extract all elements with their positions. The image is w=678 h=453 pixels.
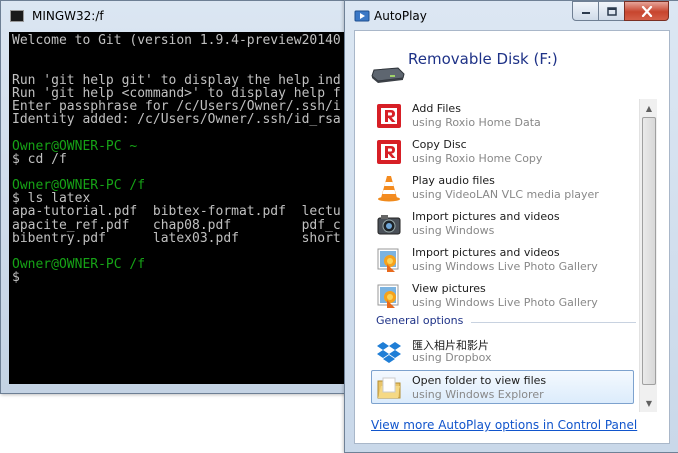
terminal-line: Run 'git help <command>' to display help… <box>12 86 341 100</box>
terminal-window[interactable]: MINGW32:/f Welcome to Git (version 1.9.4… <box>0 0 361 394</box>
terminal-line: Welcome to Git (version 1.9.4-preview201… <box>12 34 341 48</box>
camera-icon <box>377 215 401 235</box>
terminal-line: Enter passphrase for /c/Users/Owner/.ssh… <box>12 99 341 114</box>
drive-title: Removable Disk (F:) <box>408 50 558 68</box>
option-open-folder[interactable]: Open folder to view files using Windows … <box>371 370 634 404</box>
option-title: Open folder to view files <box>412 374 547 387</box>
vlc-icon <box>378 176 400 202</box>
terminal-console[interactable]: Welcome to Git (version 1.9.4-preview201… <box>9 32 361 384</box>
option-title: Add Files <box>412 102 461 115</box>
close-button[interactable] <box>624 1 669 21</box>
terminal-prompt-line: Owner@OWNER-PC /f <box>12 179 146 193</box>
option-dropbox-import[interactable]: 匯入相片和影片 using Dropbox <box>372 334 637 368</box>
option-subtitle: using Dropbox <box>412 351 492 364</box>
maximize-icon <box>606 6 617 16</box>
terminal-line: bibentry.pdf latex03.pdf short <box>12 231 341 245</box>
removable-disk-icon <box>371 67 405 83</box>
scrollbar-thumb[interactable] <box>642 117 656 385</box>
options-scrollbar[interactable]: ▲ ▼ <box>639 99 657 412</box>
option-subtitle: using Roxio Home Copy <box>412 152 543 165</box>
option-import-pictures-windows[interactable]: Import pictures and videos using Windows <box>372 207 637 241</box>
autoplay-options-list: Add Files using Roxio Home Data Copy Dis… <box>371 99 654 412</box>
scroll-down-arrow-icon[interactable]: ▼ <box>641 395 657 411</box>
option-play-audio[interactable]: Play audio files using VideoLAN VLC medi… <box>372 171 637 205</box>
autoplay-window[interactable]: AutoPlay Removable Disk (F:) Add Files u <box>344 0 678 453</box>
option-title: Play audio files <box>412 174 495 187</box>
roxio-icon <box>377 140 401 164</box>
option-title: Import pictures and videos <box>412 246 560 259</box>
maximize-button[interactable] <box>598 1 625 21</box>
photo-gallery-icon <box>377 284 399 308</box>
terminal-line: Identity added: /c/Users/Owner/.ssh/id_r… <box>12 113 341 127</box>
photo-gallery-icon <box>377 248 399 272</box>
option-subtitle: using Windows <box>412 224 495 237</box>
folder-icon <box>377 377 401 399</box>
option-copy-disc[interactable]: Copy Disc using Roxio Home Copy <box>372 135 637 169</box>
general-options-heading: General options <box>376 314 464 327</box>
terminal-line: apacite_ref.pdf chap08.pdf pdf_c <box>12 218 341 232</box>
option-subtitle: using Windows Explorer <box>412 388 544 401</box>
option-import-pictures-photo-gallery[interactable]: Import pictures and videos using Windows… <box>372 243 637 277</box>
terminal-line: Run 'git help git' to display the help i… <box>12 73 341 87</box>
control-panel-link[interactable]: View more AutoPlay options in Control Pa… <box>371 418 637 432</box>
terminal-title: MINGW32:/f <box>32 9 104 23</box>
autoplay-app-icon <box>354 10 370 22</box>
terminal-prompt-line: Owner@OWNER-PC ~ <box>12 139 138 153</box>
option-title: Import pictures and videos <box>412 210 560 223</box>
terminal-line: $ <box>12 271 20 285</box>
dropbox-icon <box>377 342 401 363</box>
autoplay-title: AutoPlay <box>374 9 427 23</box>
option-subtitle: using Windows Live Photo Gallery <box>412 260 598 273</box>
scroll-up-arrow-icon[interactable]: ▲ <box>641 100 657 116</box>
autoplay-content: Removable Disk (F:) Add Files using Roxi… <box>354 30 670 444</box>
option-add-files[interactable]: Add Files using Roxio Home Data <box>372 99 637 133</box>
terminal-prompt-line: Owner@OWNER-PC /f <box>12 258 146 272</box>
roxio-icon <box>377 104 401 128</box>
close-icon <box>641 5 652 17</box>
option-subtitle: using Roxio Home Data <box>412 116 541 129</box>
general-options-divider <box>471 322 636 323</box>
terminal-line: $ cd /f <box>12 152 67 166</box>
option-title: Copy Disc <box>412 138 467 151</box>
terminal-app-icon <box>10 10 24 22</box>
option-subtitle: using VideoLAN VLC media player <box>412 188 599 201</box>
option-title: View pictures <box>412 282 486 295</box>
terminal-line: apa-tutorial.pdf bibtex-format.pdf lectu <box>12 205 341 219</box>
terminal-line: $ ls latex <box>12 192 91 206</box>
option-subtitle: using Windows Live Photo Gallery <box>412 296 598 309</box>
option-view-pictures[interactable]: View pictures using Windows Live Photo G… <box>372 279 637 313</box>
minimize-button[interactable] <box>572 1 599 21</box>
terminal-title-bar[interactable]: MINGW32:/f <box>1 1 359 31</box>
minimize-icon <box>581 12 590 14</box>
